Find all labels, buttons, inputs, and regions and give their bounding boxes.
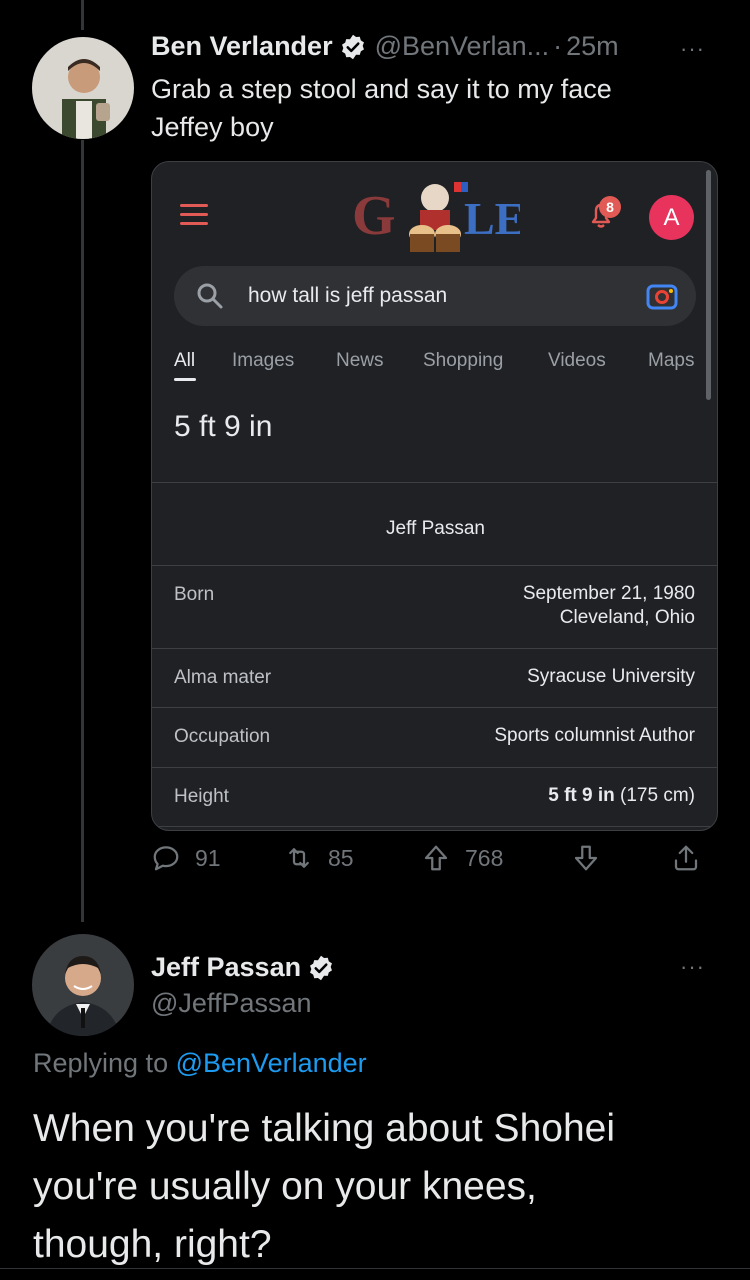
divider [152,826,717,827]
downvote-button[interactable] [571,843,615,873]
reply-icon [153,846,179,871]
replying-mention-link[interactable]: @BenVerlander [176,1048,367,1078]
share-button[interactable] [671,843,715,873]
verified-badge-icon [310,955,333,980]
author-name[interactable]: Jeff Passan [151,952,301,983]
replying-to: Replying to @BenVerlander [33,1048,367,1079]
tab-all: All [174,350,196,371]
reply-count: 91 [195,844,221,871]
downvote-arrow-icon [574,845,598,871]
screenshot-scrollbar [706,170,711,400]
search-tabs: All Images News Shopping Videos Maps [174,350,714,390]
divider [0,1268,750,1269]
kp-height-metric: (175 cm) [614,785,695,806]
divider [152,648,717,649]
more-options-icon[interactable]: ··· [680,954,705,980]
tweet-text-line: Jeffey boy [151,112,274,142]
thread-line [81,140,84,922]
tweet-text: Grab a step stool and say it to my face … [151,70,711,146]
share-icon [674,845,698,871]
author-name[interactable]: Ben Verlander [151,31,333,62]
retweet-count: 85 [328,844,354,871]
author-handle[interactable]: @JeffPassan [151,988,312,1019]
replying-prefix: Replying to [33,1048,176,1078]
author-handle[interactable]: @BenVerlan... [375,31,550,62]
upvote-count: 768 [465,844,504,871]
kp-value-line: Cleveland, Ohio [559,607,695,628]
search-bar: how tall is jeff passan [174,266,696,326]
tab-maps: Maps [648,350,695,371]
reply-header: Jeff Passan [151,952,343,983]
featured-answer: 5 ft 9 in [174,410,273,443]
kp-value-height: 5 ft 9 in (175 cm) [548,784,695,808]
kp-label-born: Born [174,584,215,605]
divider [152,482,717,483]
account-avatar: A [649,195,694,240]
notification-badge: 8 [599,196,621,218]
tab-shopping: Shopping [423,350,504,371]
kp-value-born: September 21, 1980 Cleveland, Ohio [523,582,695,630]
tweet-text-line: though, right? [33,1223,272,1266]
hamburger-menu-icon [180,204,208,231]
embedded-search-screenshot[interactable]: G LE 8 A how tall is jeff passan All Ima… [151,161,718,831]
kp-value-occupation: Sports columnist Author [494,725,695,746]
upvote-arrow-icon [424,845,448,871]
google-doodle-logo: G LE [352,182,520,252]
reply-button[interactable]: 91 [151,843,221,873]
separator-dot: · [553,31,563,61]
kp-label-occupation: Occupation [174,726,271,747]
retweet-button[interactable]: 85 [284,843,354,873]
thread-line-top [81,0,84,30]
kp-value-line: September 21, 1980 [522,583,695,604]
search-icon [197,283,223,309]
knowledge-panel-title: Jeff Passan [386,518,485,539]
upvote-button[interactable]: 768 [421,843,503,873]
kp-label-height: Height [174,786,229,807]
retweet-icon [289,848,309,868]
tab-images: Images [232,350,295,371]
timestamp[interactable]: 25m [566,31,619,62]
search-query: how tall is jeff passan [248,284,448,307]
divider [152,707,717,708]
tweet-text-line: When you're talking about Shohei [33,1107,615,1150]
reply-tweet-text: When you're talking about Shohei you're … [33,1100,723,1274]
divider [152,565,717,566]
tab-videos: Videos [548,350,606,371]
kp-height-bold: 5 ft 9 in [548,785,615,806]
tab-news: News [336,350,384,371]
kp-value-alma-mater: Syracuse University [527,666,695,687]
avatar-jeff-passan[interactable] [32,934,134,1036]
avatar-ben-verlander[interactable] [32,37,134,139]
verified-badge-icon [341,34,364,59]
tweet-header: Ben Verlander @BenVerlan... · 25m [151,31,619,62]
tweet-text-line: Grab a step stool and say it to my face [151,74,612,104]
more-options-icon[interactable]: ··· [680,36,705,62]
lens-camera-icon [646,284,678,310]
svg-text:LE: LE [464,193,520,244]
kp-label-alma-mater: Alma mater [174,667,272,688]
divider [152,767,717,768]
svg-text:G: G [352,185,396,247]
tweet-actions: 91 85 768 [151,843,711,883]
tweet-text-line: you're usually on your knees, [33,1165,537,1208]
active-tab-indicator [174,378,196,381]
